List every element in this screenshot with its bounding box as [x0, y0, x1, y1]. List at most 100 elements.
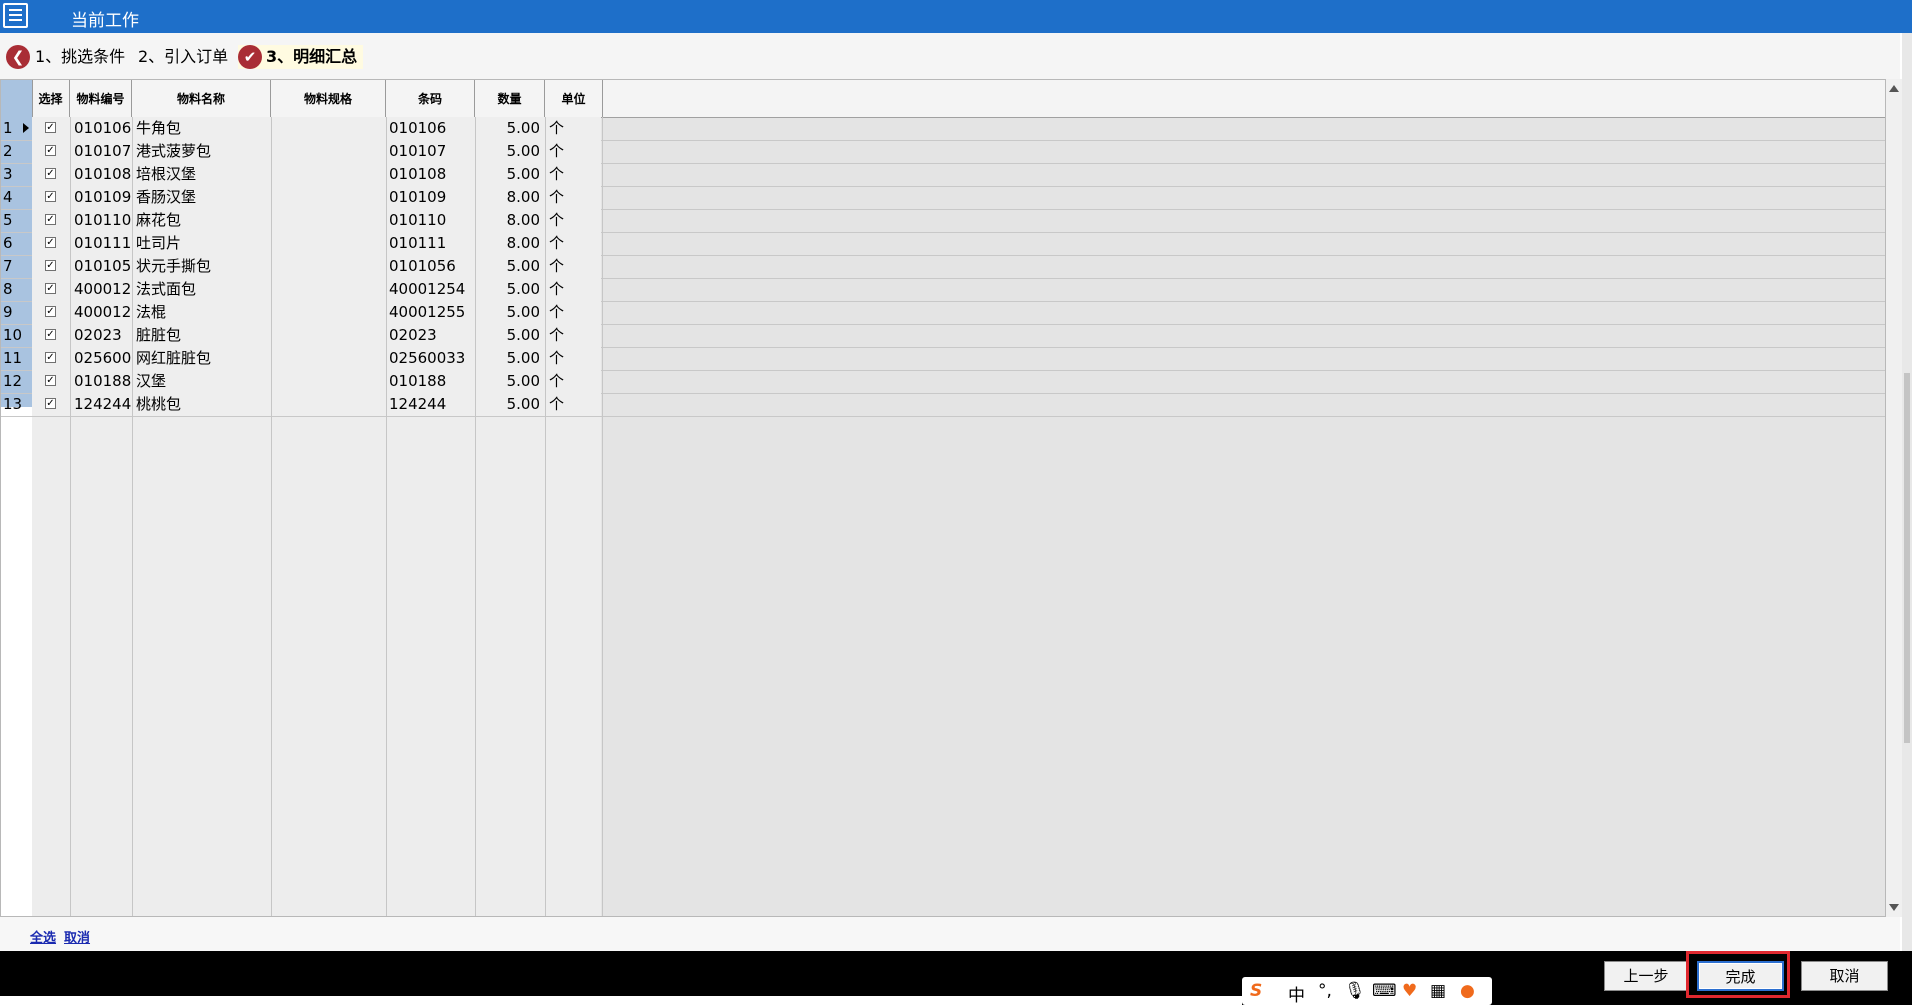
- select-checkbox[interactable]: ✓: [45, 168, 56, 179]
- table-row[interactable]: 12 ✓ 010188 汉堡 010188 5.00 个: [1, 370, 1885, 394]
- ime-mode[interactable]: 中: [1288, 981, 1305, 1006]
- cell-qty[interactable]: 8.00: [476, 232, 540, 254]
- cell-barcode[interactable]: 010106: [389, 117, 474, 139]
- cell-qty[interactable]: 5.00: [476, 370, 540, 392]
- col-header-select[interactable]: 选择: [32, 80, 70, 117]
- cell-barcode[interactable]: 010109: [389, 186, 474, 208]
- cell-unit[interactable]: 个: [549, 163, 589, 185]
- cell-barcode[interactable]: 010188: [389, 370, 474, 392]
- cell-unit[interactable]: 个: [549, 370, 589, 392]
- cell-unit[interactable]: 个: [549, 140, 589, 162]
- select-checkbox[interactable]: ✓: [45, 375, 56, 386]
- cell-qty[interactable]: 5.00: [476, 278, 540, 300]
- microphone-icon[interactable]: 🎙: [1344, 981, 1366, 1001]
- list-icon[interactable]: [3, 3, 28, 28]
- mascot-icon[interactable]: ●: [1460, 981, 1475, 1001]
- table-row[interactable]: 10 ✓ 02023 脏脏包 02023 5.00 个: [1, 324, 1885, 348]
- row-number[interactable]: 2: [3, 140, 31, 162]
- cell-code[interactable]: 0101056: [74, 255, 132, 277]
- table-row[interactable]: 5 ✓ 010110 麻花包 010110 8.00 个: [1, 209, 1885, 233]
- cell-qty[interactable]: 5.00: [476, 117, 540, 139]
- row-number[interactable]: 11: [3, 347, 31, 369]
- select-checkbox[interactable]: ✓: [45, 214, 56, 225]
- select-checkbox[interactable]: ✓: [45, 283, 56, 294]
- select-checkbox[interactable]: ✓: [45, 237, 56, 248]
- select-checkbox[interactable]: ✓: [45, 122, 56, 133]
- cell-name[interactable]: 吐司片: [136, 232, 266, 254]
- cell-code[interactable]: 124244: [74, 393, 132, 415]
- table-row[interactable]: 6 ✓ 010111 吐司片 010111 8.00 个: [1, 232, 1885, 256]
- cell-unit[interactable]: 个: [549, 255, 589, 277]
- deselect-link[interactable]: 取消: [64, 927, 90, 946]
- keyboard-icon[interactable]: ⌨: [1372, 981, 1397, 1001]
- cell-name[interactable]: 法棍: [136, 301, 266, 323]
- scroll-up-icon[interactable]: [1889, 85, 1899, 92]
- cell-code[interactable]: 010107: [74, 140, 132, 162]
- select-checkbox[interactable]: ✓: [45, 260, 56, 271]
- cell-qty[interactable]: 5.00: [476, 163, 540, 185]
- grid-scrollbar[interactable]: [1886, 79, 1902, 917]
- cell-qty[interactable]: 5.00: [476, 324, 540, 346]
- row-number[interactable]: 10: [3, 324, 31, 346]
- prev-button[interactable]: 上一步: [1604, 961, 1688, 991]
- select-all-link[interactable]: 全选: [30, 927, 56, 946]
- cell-qty[interactable]: 5.00: [476, 301, 540, 323]
- scroll-down-icon[interactable]: [1889, 904, 1899, 911]
- cell-code[interactable]: 40001254: [74, 278, 132, 300]
- row-number[interactable]: 12: [3, 370, 31, 392]
- cell-qty[interactable]: 5.00: [476, 140, 540, 162]
- cell-qty[interactable]: 5.00: [476, 255, 540, 277]
- col-header-code[interactable]: 物料编号: [70, 80, 132, 117]
- row-number[interactable]: 6: [3, 232, 31, 254]
- cell-barcode[interactable]: 010108: [389, 163, 474, 185]
- cell-name[interactable]: 脏脏包: [136, 324, 266, 346]
- cell-name[interactable]: 桃桃包: [136, 393, 266, 415]
- row-number[interactable]: 3: [3, 163, 31, 185]
- cell-unit[interactable]: 个: [549, 117, 589, 139]
- cell-barcode[interactable]: 010111: [389, 232, 474, 254]
- cell-barcode[interactable]: 0101056: [389, 255, 474, 277]
- col-header-unit[interactable]: 单位: [545, 80, 603, 117]
- cell-name[interactable]: 法式面包: [136, 278, 266, 300]
- cell-code[interactable]: 010110: [74, 209, 132, 231]
- cell-code[interactable]: 010188: [74, 370, 132, 392]
- table-row[interactable]: 11✓02560033网红脏脏包025600335.00个: [1, 347, 1885, 371]
- cell-unit[interactable]: 个: [549, 301, 589, 323]
- cell-unit[interactable]: 个: [549, 324, 589, 346]
- cancel-button[interactable]: 取消: [1801, 961, 1888, 991]
- apps-grid-icon[interactable]: ▦: [1430, 981, 1446, 1001]
- table-row[interactable]: 8✓40001254法式面包400012545.00个: [1, 278, 1885, 302]
- window-scrollbar[interactable]: [1902, 33, 1912, 973]
- table-row[interactable]: 4 ✓ 010109 香肠汉堡 010109 8.00 个: [1, 186, 1885, 210]
- col-header-barcode[interactable]: 条码: [386, 80, 475, 117]
- cell-barcode[interactable]: 40001254: [389, 278, 474, 300]
- table-row[interactable]: 13 ✓ 124244 桃桃包 124244 5.00 个: [1, 393, 1885, 417]
- cell-barcode[interactable]: 010110: [389, 209, 474, 231]
- cell-unit[interactable]: 个: [549, 186, 589, 208]
- cell-unit[interactable]: 个: [549, 232, 589, 254]
- row-number[interactable]: 5: [3, 209, 31, 231]
- cell-name[interactable]: 牛角包: [136, 117, 266, 139]
- table-row[interactable]: 3 ✓ 010108 培根汉堡 010108 5.00 个: [1, 163, 1885, 187]
- cell-code[interactable]: 02023: [74, 324, 132, 346]
- table-row[interactable]: 9✓40001255法棍400012555.00个: [1, 301, 1885, 325]
- row-number[interactable]: 4: [3, 186, 31, 208]
- cell-qty[interactable]: 5.00: [476, 347, 540, 369]
- cell-barcode[interactable]: 02560033: [389, 347, 474, 369]
- row-number[interactable]: 9: [3, 301, 31, 323]
- ime-logo-icon[interactable]: S: [1250, 981, 1262, 1001]
- select-checkbox[interactable]: ✓: [45, 398, 56, 409]
- cell-qty[interactable]: 5.00: [476, 393, 540, 415]
- row-number[interactable]: 13: [3, 393, 31, 415]
- cell-unit[interactable]: 个: [549, 347, 589, 369]
- cell-code[interactable]: 010109: [74, 186, 132, 208]
- cell-name[interactable]: 汉堡: [136, 370, 266, 392]
- cell-qty[interactable]: 8.00: [476, 186, 540, 208]
- row-number[interactable]: 7: [3, 255, 31, 277]
- cell-code[interactable]: 010108: [74, 163, 132, 185]
- col-header-name[interactable]: 物料名称: [132, 80, 271, 117]
- select-checkbox[interactable]: ✓: [45, 306, 56, 317]
- cell-unit[interactable]: 个: [549, 278, 589, 300]
- cell-unit[interactable]: 个: [549, 393, 589, 415]
- cell-qty[interactable]: 8.00: [476, 209, 540, 231]
